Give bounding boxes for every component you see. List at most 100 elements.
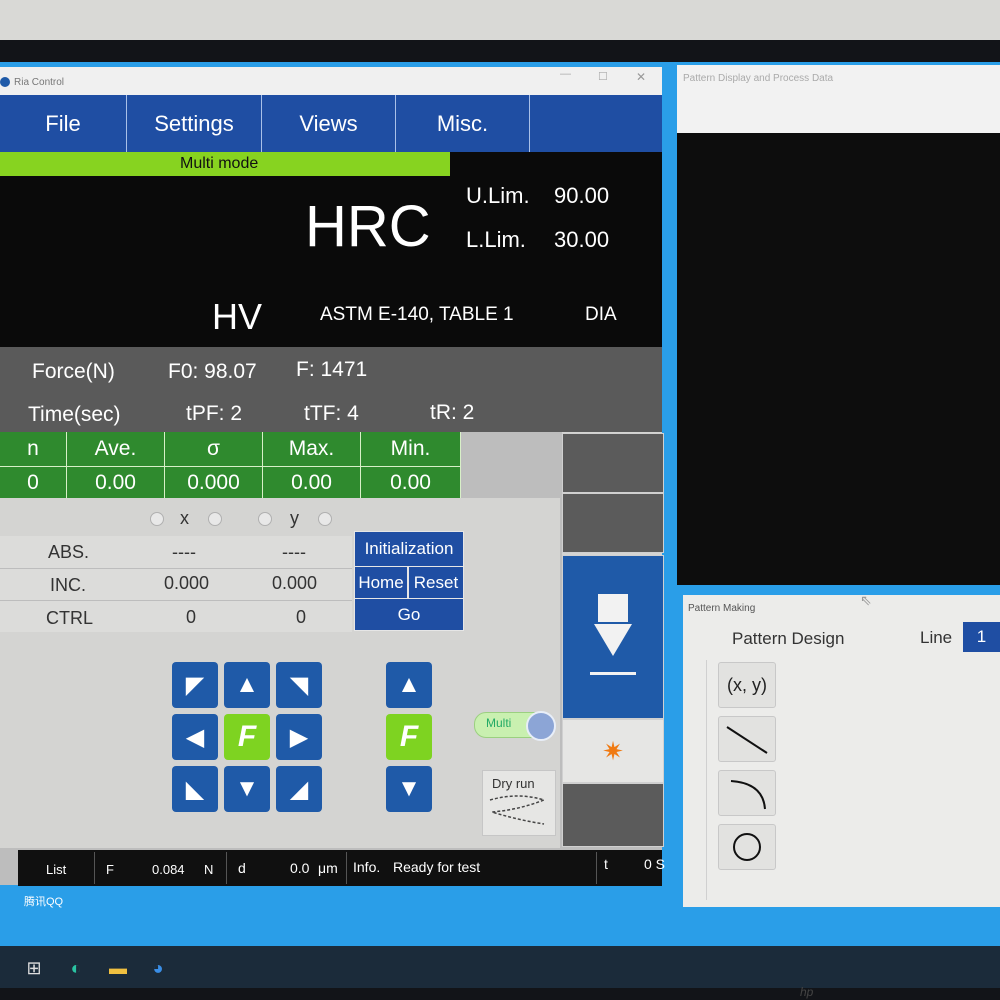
status-divider [226, 852, 227, 884]
light-button[interactable]: ✷ [562, 719, 664, 783]
ctrl-x-value: 0 [186, 607, 197, 627]
line-tool-button[interactable] [718, 716, 776, 762]
file-explorer-icon[interactable]: ▬ [106, 956, 130, 980]
go-button[interactable]: Go [354, 598, 464, 631]
stat-value-max: 0.00 [263, 466, 361, 499]
line-label: Line [920, 628, 953, 647]
window-title: Ria Control [14, 77, 65, 88]
app-logo-icon [0, 77, 10, 87]
grid-line [0, 568, 352, 569]
arc-tool-button[interactable] [718, 770, 776, 816]
status-divider [346, 852, 347, 884]
z-down-button[interactable]: ▼ [386, 766, 432, 812]
action-button-5[interactable] [562, 783, 664, 847]
stat-header-max: Max. [263, 432, 361, 466]
jog-right-button[interactable]: ▶ [276, 714, 322, 760]
jog-down-right-button[interactable]: ◢ [276, 766, 322, 812]
jog-up-left-button[interactable]: ◤ [172, 662, 218, 708]
status-divider [94, 852, 95, 884]
lower-limit-value[interactable]: 30.00 [554, 227, 609, 253]
mouse-cursor-icon: ⇖ [860, 592, 872, 608]
jog-down-left-button[interactable]: ◣ [172, 766, 218, 812]
edge-browser-icon[interactable]: ◐ [64, 956, 88, 980]
force-readout-unit: N [204, 862, 214, 877]
close-icon[interactable]: ✕ [636, 70, 646, 84]
pattern-divider [706, 660, 707, 900]
x-radio-left[interactable] [150, 512, 164, 526]
indenter-icon [590, 594, 636, 675]
start-icon[interactable]: ⊞ [22, 956, 46, 980]
stat-header-ave: Ave. [67, 432, 165, 466]
grid-line [0, 600, 352, 601]
dry-run-path-icon [489, 795, 547, 825]
main-scale[interactable]: HRC [305, 193, 431, 260]
jog-down-button[interactable]: ▼ [224, 766, 270, 812]
z-fast-button[interactable]: F [386, 714, 432, 760]
stat-value-n: 0 [0, 466, 67, 499]
pattern-design-label: Pattern Design [732, 629, 845, 648]
desktop-shortcut-label[interactable]: 腾讯QQ [24, 893, 63, 909]
time-tpf: tPF: 2 [186, 402, 243, 425]
maximize-icon[interactable]: ☐ [598, 70, 608, 83]
x-radio-right[interactable] [208, 512, 222, 526]
info-message: Ready for test [393, 859, 481, 875]
diagonal-readout-unit: μm [318, 860, 338, 876]
menu-views[interactable]: Views [262, 95, 396, 152]
reset-button[interactable]: Reset [408, 566, 464, 599]
pattern-making-title: Pattern Making [688, 603, 756, 614]
arc-tool-icon [730, 780, 766, 810]
axis-y-label: y [290, 508, 299, 528]
jog-left-button[interactable]: ◀ [172, 714, 218, 760]
circle-tool-icon [733, 833, 761, 861]
secondary-scale[interactable]: HV [212, 296, 262, 338]
action-button-2[interactable] [562, 493, 664, 553]
status-divider [596, 852, 597, 884]
stat-header-n: n [0, 432, 67, 466]
abs-y-value: ---- [282, 542, 306, 562]
jog-up-right-button[interactable]: ◥ [276, 662, 322, 708]
diagonal-readout-value: 0.0 [290, 860, 310, 876]
pattern-display-title: Pattern Display and Process Data [683, 73, 834, 84]
status-bar [18, 850, 662, 886]
line-tool-icon [726, 726, 768, 754]
list-button[interactable]: List [46, 862, 66, 877]
time-tr: tR: 2 [430, 401, 475, 424]
stat-value-min: 0.00 [361, 466, 461, 499]
conversion-standard[interactable]: ASTM E-140, TABLE 1 [320, 304, 514, 326]
menu-file[interactable]: File [0, 95, 127, 152]
jog-up-button[interactable]: ▲ [224, 662, 270, 708]
multi-toggle-label: Multi [486, 716, 512, 730]
line-number-field[interactable]: 1 [963, 622, 1000, 652]
minimize-icon[interactable]: — [560, 68, 571, 80]
initialization-button[interactable]: Initialization [354, 531, 464, 567]
light-icon: ✷ [602, 735, 624, 766]
upper-limit-label: U.Lim. [466, 183, 530, 208]
multi-toggle-knob[interactable] [526, 711, 556, 741]
inc-label: INC. [50, 575, 86, 595]
home-button[interactable]: Home [354, 566, 408, 599]
upper-limit-value[interactable]: 90.00 [554, 183, 609, 209]
force-readout-label: F [106, 862, 114, 877]
point-tool-button[interactable]: (x, y) [718, 662, 776, 708]
action-button-1[interactable] [562, 433, 664, 493]
mode-label: Multi mode [180, 155, 259, 172]
indenter-method[interactable]: DIA [585, 304, 617, 326]
menu-settings[interactable]: Settings [127, 95, 262, 152]
inc-y-value[interactable]: 0.000 [272, 573, 317, 594]
z-up-button[interactable]: ▲ [386, 662, 432, 708]
menu-misc[interactable]: Misc. [396, 95, 530, 152]
circle-tool-button[interactable] [718, 824, 776, 870]
stat-value-sigma: 0.000 [165, 466, 263, 499]
abs-label: ABS. [48, 542, 90, 562]
axis-x-label: x [180, 508, 189, 528]
time-readout-label: t [604, 856, 608, 872]
hp-logo: hp [800, 985, 814, 999]
inc-x-value[interactable]: 0.000 [164, 573, 209, 594]
y-radio-right[interactable] [318, 512, 332, 526]
stat-header-min: Min. [361, 432, 461, 466]
abs-x-value: ---- [172, 542, 196, 562]
jog-fast-button[interactable]: F [224, 714, 270, 760]
lower-limit-label: L.Lim. [466, 227, 526, 252]
ria-control-taskbar-icon[interactable]: ◕ [146, 956, 170, 980]
y-radio-left[interactable] [258, 512, 272, 526]
